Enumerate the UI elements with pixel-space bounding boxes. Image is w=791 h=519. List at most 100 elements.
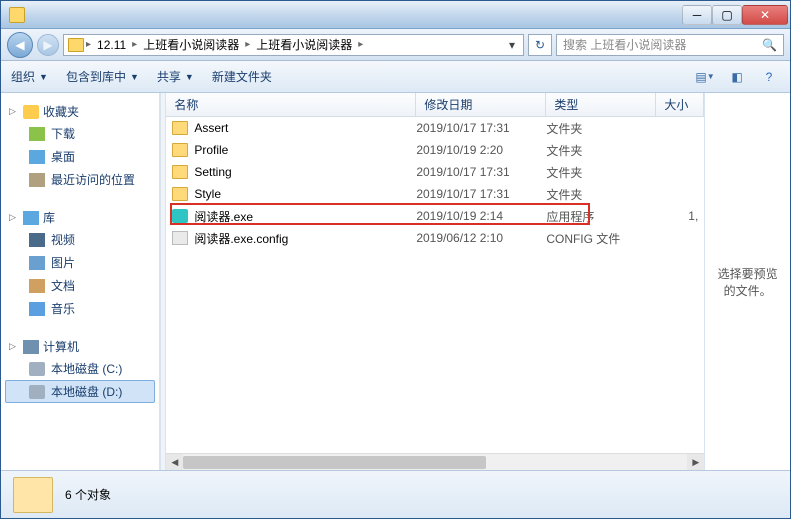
view-options-button[interactable]: ▤ ▼: [694, 67, 716, 87]
cfg-icon: [172, 231, 188, 245]
status-count: 6 个对象: [65, 486, 111, 503]
sidebar-item-label: 文档: [51, 277, 75, 294]
nav-forward-button[interactable]: ▶: [37, 34, 59, 56]
minimize-button[interactable]: ─: [682, 5, 712, 25]
file-name: Assert: [194, 121, 228, 135]
explorer-window: ─ ▢ ✕ ◀ ▶ ▸ 12.11 ▸ 上班看小说阅读器 ▸ 上班看小说阅读器 …: [0, 0, 791, 519]
file-date: 2019/10/17 17:31: [416, 121, 546, 135]
library-icon: [23, 211, 39, 225]
folder-icon: [172, 143, 188, 157]
column-name[interactable]: 名称: [166, 93, 416, 116]
sidebar-item-label: 最近访问的位置: [51, 171, 135, 188]
nav-back-button[interactable]: ◀: [7, 32, 33, 58]
search-input[interactable]: 搜索 上班看小说阅读器 🔍: [556, 34, 784, 56]
file-row[interactable]: Setting2019/10/17 17:31文件夹: [166, 161, 704, 183]
file-list[interactable]: Assert2019/10/17 17:31文件夹Profile2019/10/…: [166, 117, 704, 453]
file-row[interactable]: Assert 2019/10/17 17:31文件夹: [166, 117, 704, 139]
file-date: 2019/10/17 17:31: [416, 187, 546, 201]
refresh-button[interactable]: ↻: [528, 34, 552, 56]
file-type: CONFIG 文件: [546, 230, 656, 247]
diskc-icon: [29, 362, 45, 376]
expand-icon: ▷: [9, 341, 19, 352]
sidebar-item-computer[interactable]: 本地磁盘 (C:): [5, 357, 155, 380]
sidebar-item-computer[interactable]: 本地磁盘 (D:): [5, 380, 155, 403]
file-row[interactable]: 阅读器.exe2019/10/19 2:14应用程序1,: [166, 205, 704, 227]
file-name: Style: [194, 187, 221, 201]
file-list-area: 名称 修改日期 类型 大小 Assert2019/10/17 17:31文件夹P…: [166, 93, 704, 470]
sidebar-item-label: 本地磁盘 (D:): [51, 383, 122, 400]
sidebar-item-libraries[interactable]: 视频: [5, 228, 155, 251]
file-date: 2019/10/19 2:20: [416, 143, 546, 157]
chevron-down-icon: ▼: [130, 72, 139, 82]
organize-menu[interactable]: 组织 ▼: [11, 68, 48, 85]
breadcrumb-item[interactable]: 12.11: [93, 38, 130, 52]
file-row[interactable]: Style2019/10/17 17:31文件夹: [166, 183, 704, 205]
sidebar-computer-header[interactable]: ▷ 计算机: [5, 336, 155, 357]
breadcrumb[interactable]: ▸ 12.11 ▸ 上班看小说阅读器 ▸ 上班看小说阅读器 ▸ ▾: [63, 34, 524, 56]
horizontal-scrollbar[interactable]: ◀ ▶: [166, 453, 704, 470]
titlebar: ─ ▢ ✕: [1, 1, 790, 29]
chevron-down-icon: ▼: [39, 72, 48, 82]
file-row[interactable]: 阅读器.exe.config2019/06/12 2:10CONFIG 文件: [166, 227, 704, 249]
file-name: Profile: [194, 143, 228, 157]
column-date[interactable]: 修改日期: [416, 93, 546, 116]
new-folder-button[interactable]: 新建文件夹: [212, 68, 272, 85]
breadcrumb-item[interactable]: 上班看小说阅读器: [252, 36, 356, 53]
sidebar-item-favorites[interactable]: 下载: [5, 122, 155, 145]
scroll-right-button[interactable]: ▶: [687, 454, 704, 471]
sidebar-libraries-header[interactable]: ▷ 库: [5, 207, 155, 228]
folder-icon: [68, 38, 84, 52]
column-size[interactable]: 大小: [656, 93, 704, 116]
file-date: 2019/10/19 2:14: [416, 209, 546, 223]
preview-pane-button[interactable]: ◧: [726, 67, 748, 87]
folder-icon: [172, 187, 188, 201]
toolbar: 组织 ▼ 包含到库中 ▼ 共享 ▼ 新建文件夹 ▤ ▼ ◧ ?: [1, 61, 790, 93]
sidebar-item-label: 视频: [51, 231, 75, 248]
scroll-thumb[interactable]: [183, 456, 485, 469]
recent-icon: [29, 173, 45, 187]
status-bar: 6 个对象: [1, 470, 790, 518]
sidebar-favorites-header[interactable]: ▷ 收藏夹: [5, 101, 155, 122]
breadcrumb-item[interactable]: 上班看小说阅读器: [139, 36, 243, 53]
folder-icon: [172, 121, 188, 135]
file-row[interactable]: Profile2019/10/19 2:20文件夹: [166, 139, 704, 161]
file-name: Setting: [194, 165, 231, 179]
vid-icon: [29, 233, 45, 247]
dl-icon: [29, 127, 45, 141]
chevron-right-icon[interactable]: ▸: [132, 39, 137, 50]
column-type[interactable]: 类型: [546, 93, 656, 116]
scroll-left-button[interactable]: ◀: [166, 454, 183, 471]
sidebar-item-label: 下载: [51, 125, 75, 142]
file-name: 阅读器.exe: [194, 208, 253, 225]
share-menu[interactable]: 共享 ▼: [157, 68, 194, 85]
sidebar-item-libraries[interactable]: 文档: [5, 274, 155, 297]
diskd-icon: [29, 385, 45, 399]
chevron-down-icon: ▼: [185, 72, 194, 82]
sidebar-item-libraries[interactable]: 音乐: [5, 297, 155, 320]
expand-icon: ▷: [9, 212, 19, 223]
exe-icon: [172, 209, 188, 223]
file-type: 文件夹: [546, 120, 656, 137]
maximize-button[interactable]: ▢: [712, 5, 742, 25]
close-button[interactable]: ✕: [742, 5, 788, 25]
help-button[interactable]: ?: [758, 67, 780, 87]
preview-pane: 选择要预览的文件。: [704, 93, 790, 470]
sidebar-item-label: 图片: [51, 254, 75, 271]
chevron-right-icon[interactable]: ▸: [358, 39, 363, 50]
sidebar-item-favorites[interactable]: 桌面: [5, 145, 155, 168]
doc-icon: [29, 279, 45, 293]
file-name: 阅读器.exe.config: [194, 230, 288, 247]
chevron-right-icon[interactable]: ▸: [86, 39, 91, 50]
sidebar-item-label: 桌面: [51, 148, 75, 165]
include-library-menu[interactable]: 包含到库中 ▼: [66, 68, 139, 85]
navigation-pane: ▷ 收藏夹 下载桌面最近访问的位置 ▷ 库 视频图片文档音乐 ▷ 计算: [1, 93, 160, 470]
sidebar-item-libraries[interactable]: 图片: [5, 251, 155, 274]
star-icon: [23, 105, 39, 119]
breadcrumb-dropdown[interactable]: ▾: [505, 38, 519, 52]
sidebar-item-favorites[interactable]: 最近访问的位置: [5, 168, 155, 191]
folder-icon: [172, 165, 188, 179]
address-bar: ◀ ▶ ▸ 12.11 ▸ 上班看小说阅读器 ▸ 上班看小说阅读器 ▸ ▾ ↻ …: [1, 29, 790, 61]
chevron-right-icon[interactable]: ▸: [245, 39, 250, 50]
body-area: ▷ 收藏夹 下载桌面最近访问的位置 ▷ 库 视频图片文档音乐 ▷ 计算: [1, 93, 790, 470]
scroll-track[interactable]: [183, 454, 687, 471]
